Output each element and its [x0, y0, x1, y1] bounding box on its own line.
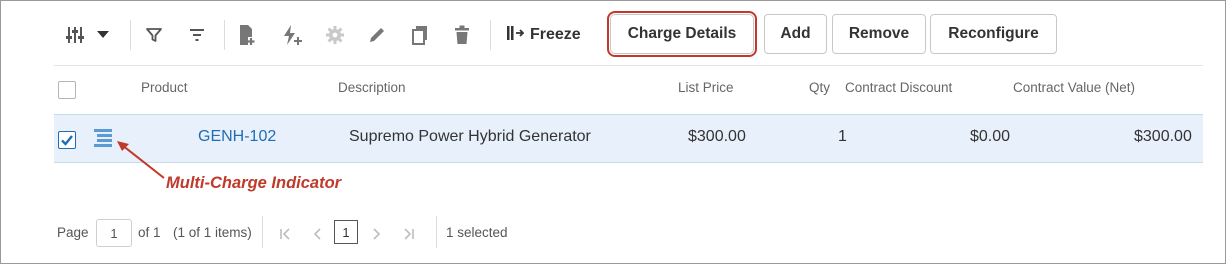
- page-label: Page: [57, 225, 89, 240]
- sort-icon[interactable]: [184, 22, 210, 48]
- previous-page-icon[interactable]: [310, 226, 324, 242]
- pencil-icon[interactable]: [364, 22, 390, 48]
- selected-count: 1 selected: [446, 225, 508, 240]
- add-button[interactable]: Add: [764, 14, 827, 54]
- copy-icon[interactable]: [407, 22, 433, 48]
- qty-cell: 1: [838, 128, 847, 145]
- toolbar-divider: [490, 20, 491, 50]
- filter-icon[interactable]: [141, 22, 167, 48]
- multi-charge-indicator-icon[interactable]: [93, 128, 113, 153]
- gear-icon[interactable]: [322, 22, 348, 48]
- footer-divider: [436, 216, 437, 248]
- column-header-description[interactable]: Description: [338, 80, 406, 95]
- page-of-label: of 1: [138, 225, 161, 240]
- select-all-checkbox[interactable]: [58, 81, 76, 99]
- charge-details-button[interactable]: Charge Details: [610, 14, 754, 54]
- header-divider: [54, 65, 1203, 66]
- remove-button[interactable]: Remove: [832, 14, 926, 54]
- first-page-icon[interactable]: [278, 226, 292, 242]
- row-checkbox[interactable]: [58, 131, 76, 149]
- add-document-icon[interactable]: [234, 22, 260, 48]
- contract-value-cell: $300.00: [1134, 128, 1192, 145]
- current-page-button[interactable]: 1: [334, 220, 358, 244]
- freeze-label: Freeze: [530, 26, 581, 43]
- description-cell: Supremo Power Hybrid Generator: [349, 128, 591, 145]
- toolbar-divider: [224, 20, 225, 50]
- footer-divider: [262, 216, 263, 248]
- freeze-button[interactable]: Freeze: [506, 22, 581, 48]
- page-number-input[interactable]: [96, 219, 132, 247]
- multi-charge-callout: Multi-Charge Indicator: [166, 174, 342, 192]
- column-header-product[interactable]: Product: [141, 80, 188, 95]
- contract-discount-cell: $0.00: [970, 128, 1011, 145]
- last-page-icon[interactable]: [402, 226, 416, 242]
- flash-add-icon[interactable]: [279, 22, 305, 48]
- column-header-contract-discount[interactable]: Contract Discount: [845, 80, 952, 95]
- freeze-icon: [506, 24, 525, 47]
- column-header-qty[interactable]: Qty: [809, 80, 830, 95]
- columns-settings-icon[interactable]: [62, 22, 88, 48]
- next-page-icon[interactable]: [370, 226, 384, 242]
- toolbar-divider: [130, 20, 131, 50]
- list-price-cell: $300.00: [688, 128, 746, 145]
- items-count-label: (1 of 1 items): [173, 225, 252, 240]
- callout-arrow: [117, 141, 165, 179]
- product-link[interactable]: GENH-102: [198, 128, 276, 146]
- column-header-list-price[interactable]: List Price: [678, 80, 734, 95]
- toolbar: Freeze Charge Details Add Remove Reconfi…: [54, 12, 1204, 58]
- dropdown-caret-icon[interactable]: [90, 22, 116, 48]
- reconfigure-button[interactable]: Reconfigure: [930, 14, 1057, 54]
- trash-icon[interactable]: [449, 22, 475, 48]
- column-header-contract-value[interactable]: Contract Value (Net): [1013, 80, 1135, 95]
